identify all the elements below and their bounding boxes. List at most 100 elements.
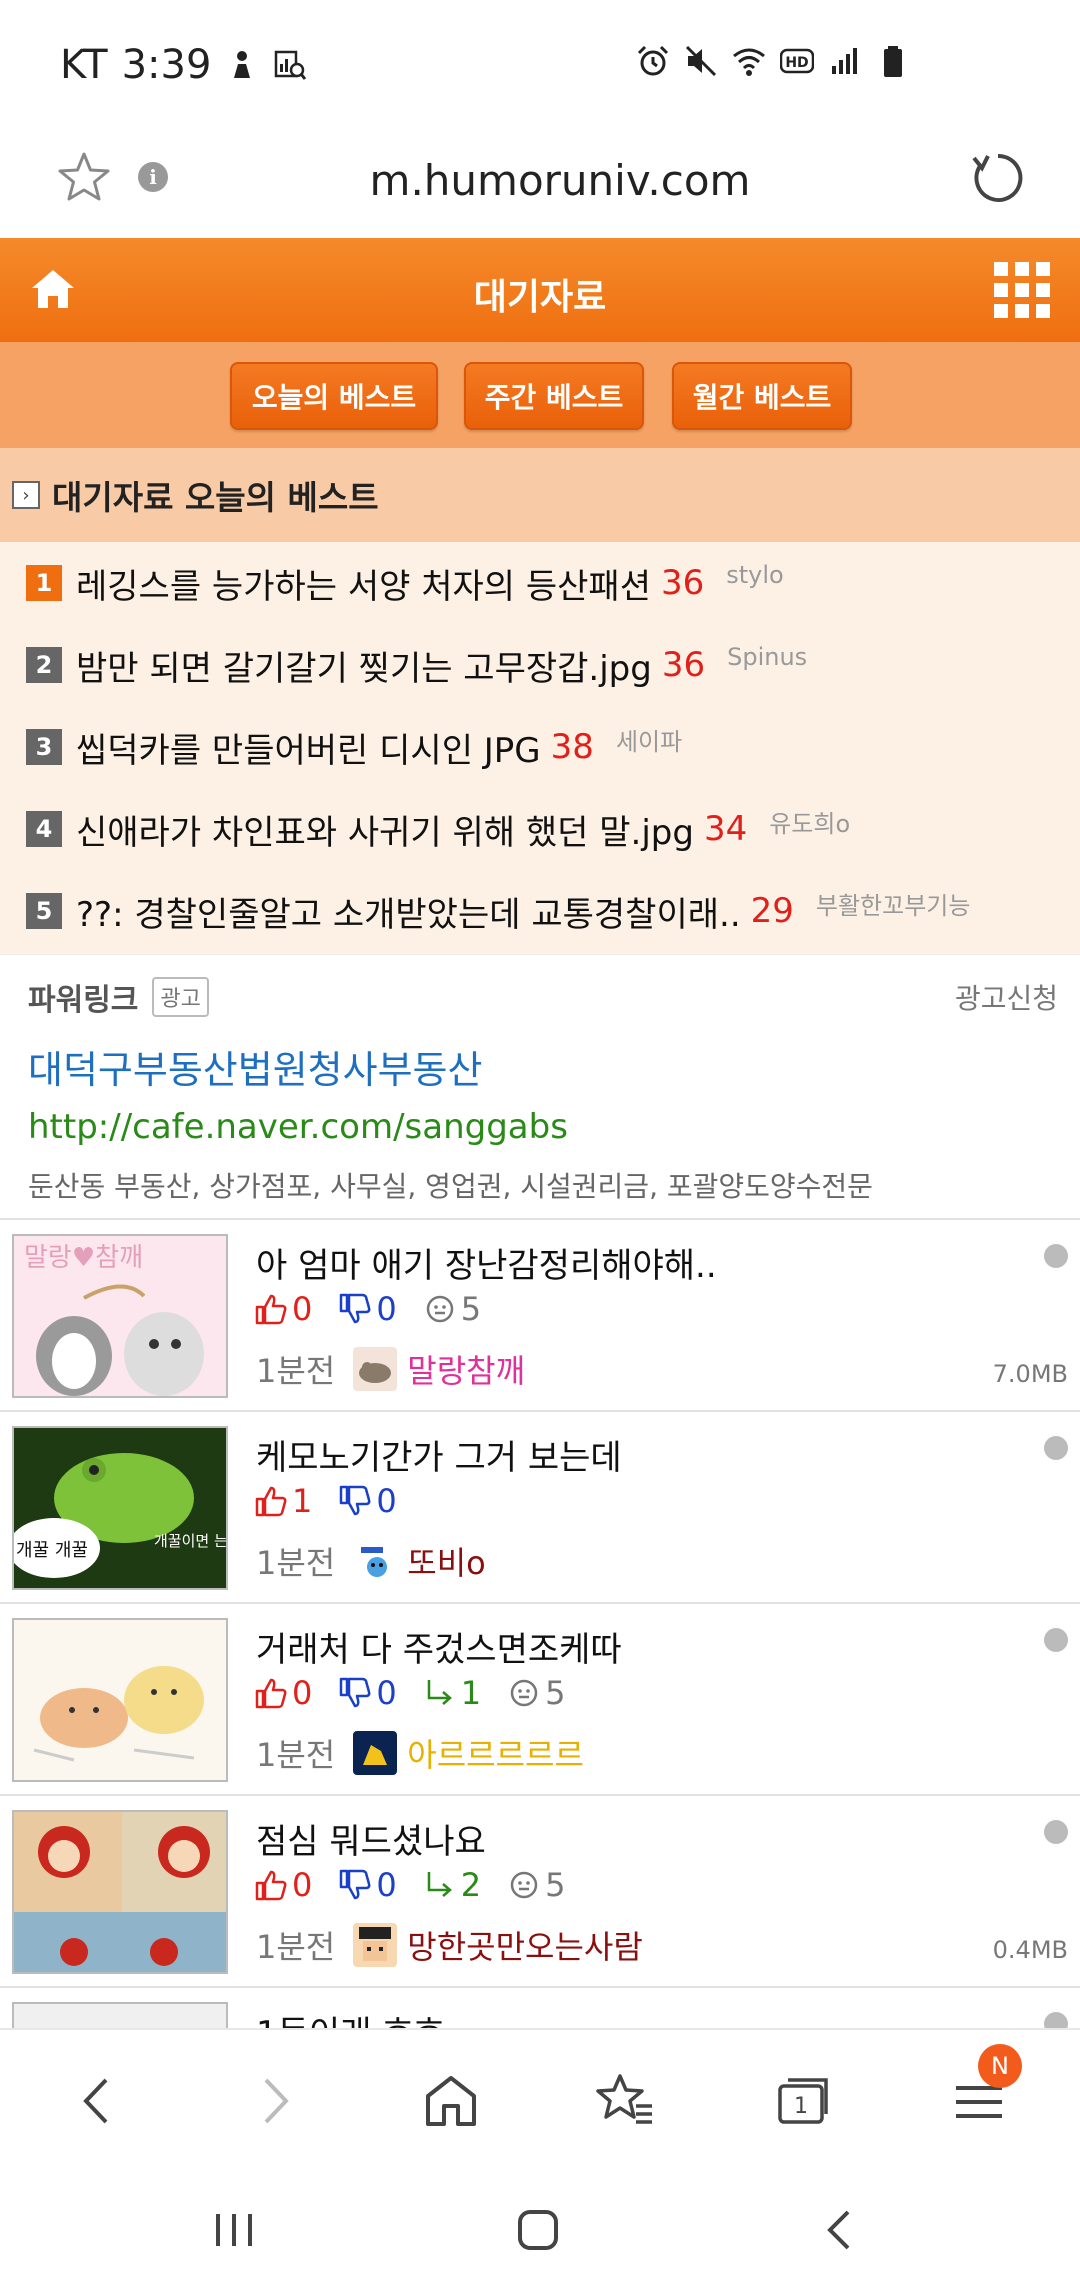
best-title[interactable]: 밤만 되면 갈기갈기 찢기는 고무장갑.jpg	[76, 641, 652, 690]
dislike-count-value: 0	[376, 1290, 397, 1328]
rank-badge: 1	[26, 565, 62, 601]
post-stats: 0 0 2 5	[254, 1866, 591, 1904]
unread-dot-icon	[1044, 1436, 1068, 1460]
share-arrow-icon	[427, 1872, 452, 1897]
best-title[interactable]: 레깅스를 능가하는 서양 처자의 등산패션	[76, 559, 651, 608]
power-link-ad: 파워링크 광고 광고신청 대덕구부동산법원청사부동산 http://cafe.n…	[0, 954, 1080, 1220]
post-thumbnail[interactable]	[12, 2002, 228, 2028]
best-title[interactable]: 씹덕카를 만들어버린 디시인 JPG	[76, 723, 541, 772]
like-count[interactable]: 0	[254, 1674, 312, 1712]
like-count[interactable]: 0	[254, 1290, 312, 1328]
ad-title-link[interactable]: 대덕구부동산법원청사부동산	[28, 1039, 482, 1094]
ad-apply-link[interactable]: 광고신청	[955, 977, 1058, 1017]
post-item[interactable]: 말랑♥참깨 아 엄마 애기 장난감정리해야해.. 0 0 5 1분전 말랑참깨 …	[0, 1220, 1080, 1412]
back-icon[interactable]	[62, 2066, 132, 2136]
like-count[interactable]: 1	[254, 1482, 312, 1520]
author-name[interactable]: 말랑참깨	[407, 1346, 525, 1392]
recent-apps-icon[interactable]	[204, 2200, 264, 2260]
like-count-value: 0	[292, 1866, 313, 1904]
carrier-label: KT	[60, 42, 108, 88]
post-meta: 1분전 아르르르르르	[256, 1730, 584, 1776]
best-item[interactable]: 4 신애라가 차인표와 사귀기 위해 했던 말.jpg 34 유도희o	[0, 788, 1080, 870]
post-item[interactable]: 거래처 다 주겄스면조케따 0 0 1 5 1분전 아르르르르르	[0, 1604, 1080, 1796]
system-back-icon[interactable]	[810, 2200, 870, 2260]
tabs-button[interactable]: 1	[768, 2066, 838, 2136]
tabs-icon: 1	[778, 2078, 828, 2124]
bookmarks-icon[interactable]	[590, 2066, 660, 2136]
tab-monthly-best[interactable]: 월간 베스트	[672, 362, 852, 430]
author-name[interactable]: 망한곳만오는사람	[407, 1922, 643, 1968]
best-item[interactable]: 3 씹덕카를 만들어버린 디시인 JPG 38 세이파	[0, 706, 1080, 788]
menu-grid-icon[interactable]	[994, 262, 1050, 318]
post-item[interactable]: 개꿀 개꿀 개꿀이면 는 개구 케모노기간가 그거 보는데 1 0 1분전 또비…	[0, 1412, 1080, 1604]
post-thumbnail[interactable]	[12, 1618, 228, 1782]
url-bar: i m.humoruniv.com	[0, 130, 1080, 238]
post-meta: 1분전 말랑참깨	[256, 1346, 525, 1392]
post-title[interactable]: 1등이래 호호	[256, 2006, 445, 2028]
best-title[interactable]: ??: 경찰인줄알고 소개받았는데 교통경찰이래..	[76, 887, 741, 936]
status-bar: KT 3:39 HD	[0, 0, 1080, 130]
like-count[interactable]: 0	[254, 1866, 312, 1904]
author-name[interactable]: 또비o	[407, 1538, 485, 1584]
thumb-caption: 말랑♥참깨	[24, 1243, 143, 1273]
dislike-count[interactable]: 0	[338, 1482, 397, 1520]
thumbs-up-icon	[255, 1870, 287, 1901]
forward-icon[interactable]	[240, 2066, 310, 2136]
best-author: stylo	[726, 561, 784, 589]
chevron-right-icon: ›	[12, 481, 40, 509]
thumbs-up-icon	[255, 1486, 287, 1517]
rank-badge: 5	[26, 893, 62, 929]
reload-icon[interactable]	[968, 148, 1028, 208]
home-nav-icon[interactable]	[416, 2066, 486, 2136]
url-text[interactable]: m.humoruniv.com	[300, 156, 820, 205]
post-thumbnail[interactable]: 말랑♥참깨	[12, 1234, 228, 1398]
status-right: HD	[636, 44, 910, 78]
comic-thumbnail-image	[14, 1812, 226, 1972]
post-thumbnail[interactable]	[12, 1810, 228, 1974]
like-count-value: 0	[292, 1674, 313, 1712]
comment-count: 5	[507, 1674, 565, 1712]
dislike-count[interactable]: 0	[338, 1674, 397, 1712]
thumbs-down-icon	[340, 1485, 371, 1516]
post-meta: 1분전 또비o	[256, 1538, 486, 1584]
rank-badge: 2	[26, 647, 62, 683]
rank-badge: 4	[26, 811, 62, 847]
author-name[interactable]: 아르르르르르	[407, 1730, 584, 1776]
post-item[interactable]: 점심 뭐드셨나요 0 0 2 5 1분전 망한곳만오는사람 0.4MB	[0, 1796, 1080, 1988]
dislike-count[interactable]: 0	[338, 1866, 397, 1904]
best-author: 부활한꼬부기능	[815, 891, 971, 920]
tab-weekly-best[interactable]: 주간 베스트	[464, 362, 644, 430]
post-stats: 0 0 5	[254, 1290, 507, 1328]
post-title[interactable]: 케모노기간가 그거 보는데	[256, 1430, 622, 1479]
clock: 3:39	[121, 42, 212, 88]
post-time: 1분전	[256, 1736, 336, 1774]
best-item[interactable]: 5 ??: 경찰인줄알고 소개받았는데 교통경찰이래.. 29 부활한꼬부기능	[0, 870, 1080, 952]
best-title[interactable]: 신애라가 차인표와 사귀기 위해 했던 말.jpg	[76, 805, 694, 854]
best-item[interactable]: 1 레깅스를 능가하는 서양 처자의 등산패션 36 stylo	[0, 542, 1080, 624]
analytics-search-icon	[275, 50, 307, 80]
ad-url-link[interactable]: http://cafe.naver.com/sanggabs	[28, 1107, 568, 1147]
ad-badge: 광고	[152, 977, 209, 1017]
signal-icon	[832, 48, 857, 74]
thumb-caption-right: 개꿀이면 는 개구	[154, 1532, 228, 1550]
post-stats: 0 0 1 5	[254, 1674, 591, 1712]
comment-count-value: 5	[460, 1290, 482, 1328]
frog-thumbnail-image: 개꿀 개꿀 개꿀이면 는 개구	[14, 1428, 228, 1588]
site-info-icon[interactable]: i	[138, 162, 168, 192]
best-item[interactable]: 2 밤만 되면 갈기갈기 찢기는 고무장갑.jpg 36 Spinus	[0, 624, 1080, 706]
dislike-count-value: 0	[376, 1866, 397, 1904]
post-time: 1분전	[256, 1928, 336, 1966]
post-item[interactable]: 1등이래 호호	[0, 1988, 1080, 2028]
post-title[interactable]: 점심 뭐드셨나요	[256, 1814, 486, 1863]
system-home-icon[interactable]	[508, 2200, 568, 2260]
post-title[interactable]: 거래처 다 주겄스면조케따	[256, 1622, 622, 1671]
post-thumbnail[interactable]: 개꿀 개꿀 개꿀이면 는 개구	[12, 1426, 228, 1590]
tab-today-best[interactable]: 오늘의 베스트	[230, 362, 438, 430]
share-count[interactable]: 2	[423, 1866, 481, 1904]
share-count[interactable]: 1	[423, 1674, 481, 1712]
comment-face-icon	[510, 1871, 538, 1899]
post-title[interactable]: 아 엄마 애기 장난감정리해야해..	[256, 1238, 717, 1287]
comment-count-value: 5	[545, 1674, 566, 1712]
dislike-count[interactable]: 0	[338, 1290, 397, 1328]
bookmark-star-icon[interactable]	[56, 150, 112, 206]
